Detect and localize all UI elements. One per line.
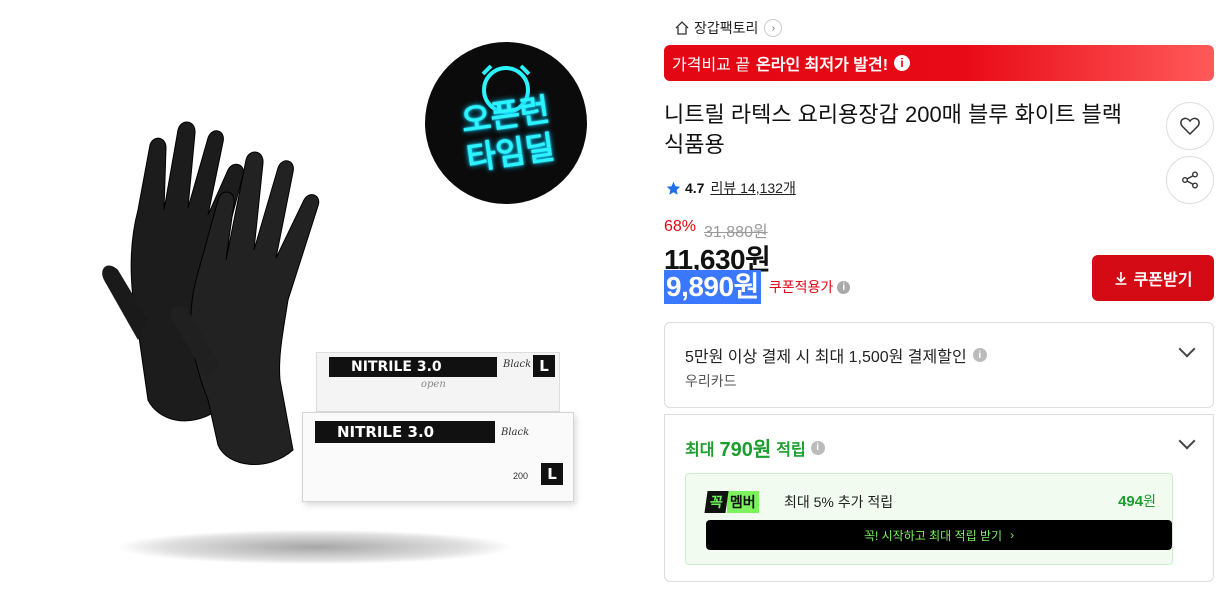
info-icon[interactable]: i xyxy=(894,55,911,71)
product-image[interactable]: NITRILE 3.0 Black L open NITRILE 3.0 Bla… xyxy=(40,30,620,590)
box-brand-front: NITRILE 3.0 xyxy=(315,421,495,443)
wishlist-button[interactable] xyxy=(1166,102,1214,150)
member-points-value: 494 xyxy=(1118,493,1144,510)
coupon-price-label: 쿠폰적용가 xyxy=(768,279,834,295)
member-badge-part-2: 멤버 xyxy=(726,491,759,513)
card-discount-sub: 우리카드 xyxy=(685,373,737,389)
member-desc: 최대 5% 추가 적립 xyxy=(784,494,894,510)
rating-score: 4.7 xyxy=(685,180,705,196)
member-signup-label: 꼭! 시작하고 최대 적립 받기 xyxy=(863,528,1003,543)
promo-prefix: 가격비교 끝 xyxy=(672,57,751,74)
info-icon[interactable]: i xyxy=(972,348,987,362)
member-signup-button[interactable]: 꼭! 시작하고 최대 적립 받기 › xyxy=(706,520,1172,550)
box-top: NITRILE 3.0 Black L open xyxy=(316,352,560,412)
chevron-right-icon: › xyxy=(1010,528,1015,542)
info-icon[interactable]: i xyxy=(810,440,825,455)
box-size-front: L xyxy=(541,463,563,485)
member-points-box: 꼭 멤버 최대 5% 추가 적립 494원 꼭! 시작하고 최대 적립 받기 › xyxy=(685,473,1173,565)
coupon-button-label: 쿠폰받기 xyxy=(1133,272,1193,289)
points-accordion[interactable]: 최대 790원 적립 i 꼭 멤버 최대 5% 추가 적립 494원 꼭! 시작… xyxy=(664,414,1214,582)
card-discount-accordion[interactable]: 5만원 이상 결제 시 최대 1,500원 결제할인 i 우리카드 xyxy=(664,322,1214,408)
review-link[interactable]: 리뷰 14,132개 xyxy=(710,178,795,198)
points-main: 최대 790원 적립 i xyxy=(685,433,825,462)
glove-box: NITRILE 3.0 Black L open NITRILE 3.0 Bla… xyxy=(302,352,574,502)
points-prefix: 최대 xyxy=(685,441,715,459)
promo-highlight: 온라인 최저가 발견! xyxy=(756,57,889,74)
price-compare-banner[interactable]: 가격비교 끝 온라인 최저가 발견! i xyxy=(664,45,1214,81)
product-info: 장갑팩토리 › 가격비교 끝 온라인 최저가 발견! i 니트릴 라텍스 요리용… xyxy=(664,0,1214,592)
member-points: 494원 xyxy=(1118,491,1156,511)
points-amount: 790원 xyxy=(719,439,772,461)
product-shadow xyxy=(120,530,510,564)
member-badge: 꼭 멤버 xyxy=(704,491,759,513)
brand-link[interactable]: 장갑팩토리 › xyxy=(674,18,783,38)
download-icon xyxy=(1115,272,1127,285)
box-open-label: open xyxy=(421,379,446,390)
rating: 4.7 리뷰 14,132개 xyxy=(666,178,796,198)
member-points-unit: 원 xyxy=(1143,493,1156,509)
chevron-down-icon[interactable] xyxy=(1178,432,1196,450)
timedeal-badge: 오픈런 타임딜 xyxy=(425,42,587,204)
heart-icon xyxy=(1180,117,1200,135)
share-button[interactable] xyxy=(1166,156,1214,204)
brand-name: 장갑팩토리 xyxy=(694,20,759,36)
chevron-right-icon: › xyxy=(764,19,783,37)
box-color-top: Black xyxy=(503,359,532,370)
info-icon[interactable]: i xyxy=(837,280,851,294)
points-suffix: 적립 xyxy=(776,441,806,459)
coupon-price-row: 9,890원 쿠폰적용가 i xyxy=(664,270,851,304)
box-size-top: L xyxy=(533,355,555,377)
star-icon xyxy=(666,181,681,195)
box-color-front: Black xyxy=(501,427,530,438)
box-brand-top: NITRILE 3.0 xyxy=(329,357,497,377)
card-discount-main: 5만원 이상 결제 시 최대 1,500원 결제할인 i xyxy=(685,343,987,367)
box-front: NITRILE 3.0 Black 200 L xyxy=(302,412,574,502)
home-icon xyxy=(675,21,689,35)
card-discount-text: 5만원 이상 결제 시 최대 1,500원 결제할인 xyxy=(685,349,967,366)
member-badge-part-1: 꼭 xyxy=(704,491,729,513)
coupon-download-button[interactable]: 쿠폰받기 xyxy=(1092,255,1214,301)
share-icon xyxy=(1182,171,1198,189)
coupon-price: 9,890원 xyxy=(664,270,761,304)
chevron-down-icon[interactable] xyxy=(1178,340,1196,358)
product-title: 니트릴 라텍스 요리용장갑 200매 블루 화이트 블랙 식품용 xyxy=(664,102,1122,157)
box-count: 200 xyxy=(513,471,529,481)
